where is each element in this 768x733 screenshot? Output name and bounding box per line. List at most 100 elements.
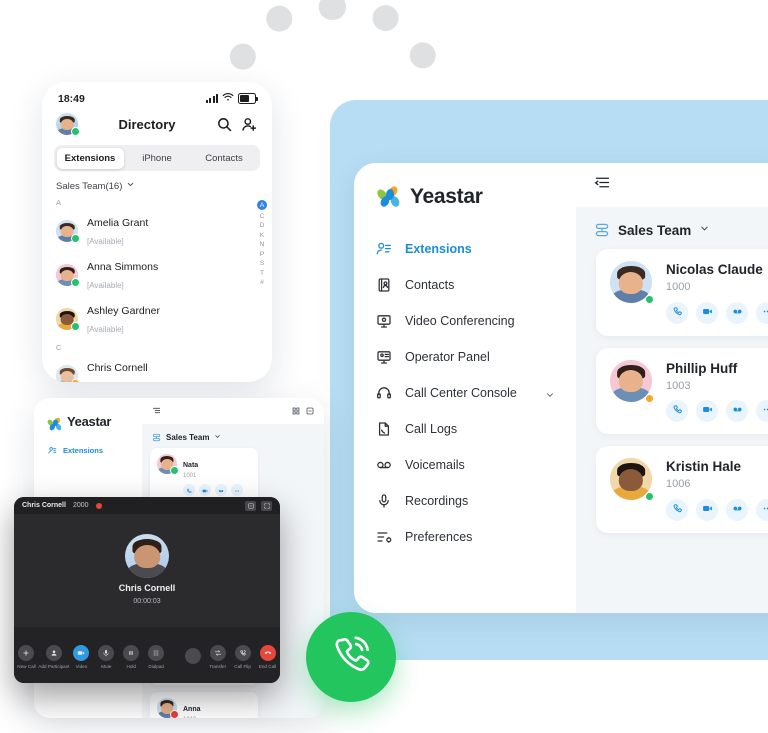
alpha-index-N[interactable]: N [260,241,265,248]
sidebar-item-label: Call Center Console [405,386,517,400]
more-button[interactable] [756,498,768,521]
voicemail-button[interactable] [726,400,748,422]
tab-iphone[interactable]: iPhone [124,148,191,169]
add-participant-control[interactable]: Add Participant [38,645,70,669]
extension-card-list: Nicolas Claude 1000 Phillip Huff 1003 Kr… [576,249,768,533]
alphabet-index[interactable]: A C D K N P S T # [257,200,267,286]
phone-team-selector[interactable]: Sales Team(16) [42,171,272,196]
mute-control[interactable]: Mute [94,645,119,669]
tab-contacts[interactable]: Contacts [191,148,258,169]
call-button[interactable] [183,484,195,496]
new-call-control[interactable]: New Call [14,645,39,669]
team-selector[interactable]: Sales Team [576,207,768,249]
alpha-index-S[interactable]: S [260,260,264,267]
preferences-icon [376,529,392,545]
chevron-down-icon[interactable] [699,221,710,239]
search-icon[interactable] [216,116,233,133]
phone-icon [672,402,683,420]
cellular-signal-icon [205,94,218,103]
chevron-down-icon[interactable] [214,433,221,442]
add-contact-icon[interactable] [241,116,258,133]
alpha-index-A[interactable]: A [257,200,267,210]
sidebar-item-recordings[interactable]: Recordings [354,483,576,519]
team-icon [594,222,610,238]
minimize-icon[interactable] [306,402,314,420]
sidebar-item-label: Voicemails [405,458,465,472]
extension-card[interactable]: Kristin Hale 1006 [596,446,768,533]
control-label: Dialpad [148,664,164,669]
call-flip-control[interactable]: Call Flip [230,645,255,669]
webapp-logo: Yeastar [354,181,576,231]
extension-card[interactable]: Nata 1001 [150,448,258,502]
avatar [610,261,654,304]
video-button[interactable] [696,301,718,324]
dialpad-control[interactable]: Dialpad [144,645,169,669]
alpha-index-C[interactable]: C [260,213,265,220]
wifi-icon [222,92,234,105]
alpha-index-#[interactable]: # [260,279,264,286]
sidebar-item-contacts[interactable]: Contacts [354,267,576,303]
collapse-sidebar-icon[interactable] [594,174,611,196]
chevron-down-icon[interactable] [126,180,135,192]
more-button[interactable] [231,484,243,496]
extension-card[interactable]: Nicolas Claude 1000 [596,249,768,336]
sidebar-item-video-conferencing[interactable]: Video Conferencing [354,303,576,339]
sidebar-item-operator-panel[interactable]: Operator Panel [354,339,576,375]
caller-avatar [125,533,169,578]
sidebar-item-call-center-console[interactable]: Call Center Console [354,375,576,411]
contact-extension: 1000 [666,281,691,293]
call-button[interactable] [666,400,688,422]
section-letter: A [56,198,62,207]
sidebar-item-label: Extensions [405,242,472,256]
tab-extensions[interactable]: Extensions [56,147,124,169]
avatar[interactable] [56,113,80,136]
contact-name: Phillip Huff [666,360,738,376]
collapse-sidebar-icon[interactable] [152,402,161,420]
sidebar-item-label: Operator Panel [405,350,490,364]
hold-control[interactable]: Hold [119,645,144,669]
list-item[interactable]: Ashley Gardner [Available] [42,297,272,341]
alpha-index-D[interactable]: D [260,222,265,229]
video-control[interactable]: Video [69,645,94,669]
blank-control[interactable] [180,647,205,667]
extension-card[interactable]: Anna 1010 [150,692,258,718]
transfer-control[interactable]: Transfer [205,645,230,669]
video-button[interactable] [696,400,718,422]
alpha-index-T[interactable]: T [260,270,264,277]
contact-status: [Available] [87,325,124,334]
presence-dot [71,278,80,287]
voicemail-button[interactable] [726,301,748,324]
sidebar-item-extensions[interactable]: Extensions [34,441,142,460]
logo-text: Yeastar [410,185,483,208]
chevron-down-icon[interactable] [545,389,554,398]
restore-icon[interactable] [245,500,256,511]
control-label: Hold [126,664,136,669]
list-item[interactable]: Anna Simmons [Available] [42,253,272,297]
sidebar-item-call-logs[interactable]: Call Logs [354,411,576,447]
grid-view-icon[interactable] [292,402,300,420]
end-call-control[interactable]: End Call [255,645,280,669]
voicemail-button[interactable] [215,484,227,496]
end-call-icon [259,645,276,661]
call-button[interactable] [666,498,688,521]
list-item[interactable]: Chris Cornell [Away] [42,354,272,382]
desktop-team-selector[interactable]: Sales Team [142,424,324,448]
avatar [610,458,654,501]
sidebar-item-preferences[interactable]: Preferences [354,519,576,555]
sidebar-item-voicemails[interactable]: Voicemails [354,447,576,483]
alpha-index-K[interactable]: K [260,232,264,239]
video-button[interactable] [199,484,211,496]
presence-dot [645,295,654,304]
extension-card[interactable]: Phillip Huff 1003 [596,347,768,434]
voicemail-button[interactable] [726,498,748,521]
more-button[interactable] [756,301,768,324]
video-button[interactable] [696,498,718,521]
sidebar-item-extensions[interactable]: Extensions [354,231,576,267]
list-item[interactable]: Amelia Grant [Available] [42,209,272,253]
incoming-call-fab[interactable] [306,612,396,702]
call-button[interactable] [666,301,688,324]
contact-status: [Available] [87,237,124,246]
more-button[interactable] [756,400,768,422]
alpha-index-P[interactable]: P [260,251,264,258]
maximize-icon[interactable] [261,500,272,511]
